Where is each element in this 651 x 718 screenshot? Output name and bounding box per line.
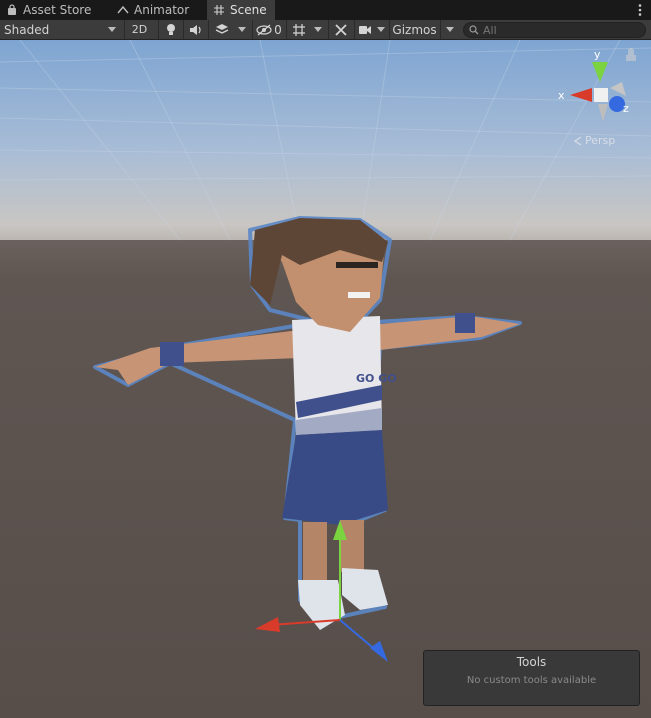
gizmos-label: Gizmos [392,22,437,37]
tab-animator[interactable]: Animator [111,0,195,20]
grid-toggle[interactable] [286,20,310,39]
chevron-down-icon [108,27,116,32]
scene-render[interactable]: GO GO y x z [0,40,651,718]
speaker-icon [189,24,201,35]
right-wristband [455,313,475,333]
toggle-2d-label: 2D [131,23,148,36]
projection-toggle[interactable]: Persp [573,134,615,147]
audio-toggle[interactable] [183,20,207,39]
camera-settings-button[interactable] [354,20,374,39]
grid-hash-icon [214,5,224,15]
tools-overlay-title: Tools [516,655,547,669]
layers-effects-icon [215,24,228,34]
tab-label: Asset Store [23,3,92,17]
tab-label: Scene [230,3,267,17]
chevron-down-icon [314,27,322,32]
search-input[interactable] [483,23,633,37]
shirt-print: GO GO [356,372,397,385]
component-tools-toggle[interactable] [328,20,352,39]
left-wristband [160,342,184,366]
draw-mode-label: Shaded [4,22,50,37]
search-icon [469,25,479,35]
gizmo-z-label: z [623,102,629,115]
editor-tab-strip: Asset Store Animator Scene [0,0,651,20]
shopping-bag-icon [8,4,16,15]
eyes [336,262,378,268]
draw-mode-dropdown[interactable]: Shaded [0,20,120,39]
chevron-down-icon [238,27,246,32]
more-options-icon[interactable] [637,3,643,17]
sky-background [0,40,651,245]
gizmos-button[interactable]: Gizmos [389,20,439,39]
gizmos-dropdown[interactable] [440,20,458,39]
camera-dropdown[interactable] [374,20,388,39]
hidden-count: 0 [274,22,282,37]
grid-snap-icon [292,23,305,36]
scene-search-field[interactable] [463,22,646,38]
right-leg [340,520,364,572]
left-leg [303,522,327,582]
grid-dropdown[interactable] [310,20,326,39]
camera-icon [358,25,371,34]
perspective-icon [573,135,582,146]
scene-visibility-toggle[interactable]: 0 [252,20,285,39]
toggle-2d-button[interactable]: 2D [124,20,154,39]
skirt [282,430,388,525]
effects-dropdown[interactable] [234,20,250,39]
tools-overlay-message: No custom tools available [466,675,597,686]
gizmo-x-label: x [558,89,565,102]
hidden-eye-icon [256,24,272,35]
lighting-toggle[interactable] [158,20,182,39]
tab-label: Animator [134,3,190,17]
scene-viewport[interactable]: GO GO y x z Persp Tools No custom tools … [0,40,651,718]
center-cube-icon[interactable] [594,88,608,102]
projection-label: Persp [585,134,616,147]
animator-icon [117,5,129,14]
tools-cross-icon [334,23,347,36]
scene-toolbar: Shaded 2D 0 Gizmos All [0,20,651,40]
tab-scene[interactable]: Scene [207,0,275,20]
lightbulb-icon [166,24,175,35]
effects-toggle[interactable] [208,20,234,39]
chevron-down-icon [377,27,385,32]
tools-overlay: Tools No custom tools available [423,650,640,706]
mouth [348,292,370,298]
chevron-down-icon [445,27,454,32]
tab-asset-store[interactable]: Asset Store [0,0,97,20]
gizmo-y-label: y [594,48,601,61]
